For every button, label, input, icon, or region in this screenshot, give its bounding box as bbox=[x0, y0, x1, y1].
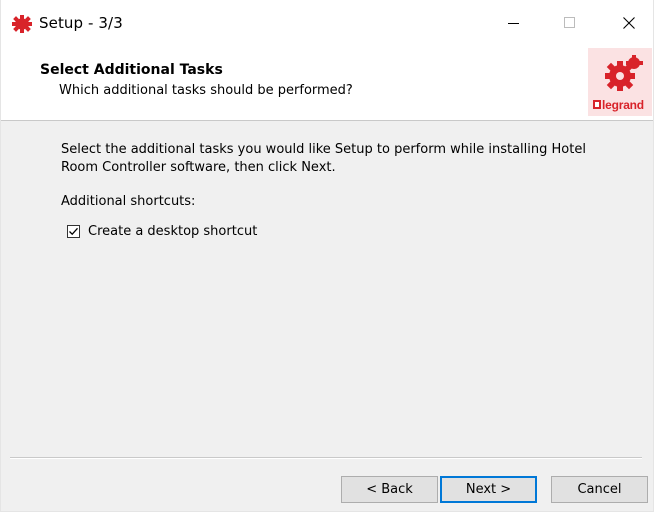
desktop-shortcut-label[interactable]: Create a desktop shortcut bbox=[88, 224, 257, 239]
maximize-icon bbox=[564, 17, 575, 28]
desktop-shortcut-checkbox[interactable] bbox=[67, 224, 80, 238]
maximize-button[interactable] bbox=[547, 0, 593, 46]
next-button[interactable]: Next > bbox=[440, 476, 537, 503]
desktop-shortcut-option[interactable]: Create a desktop shortcut bbox=[67, 222, 257, 240]
checkmark-icon bbox=[69, 227, 78, 235]
footer-divider bbox=[10, 457, 642, 459]
window-title: Setup - 3/3 bbox=[39, 14, 123, 32]
page-subtitle: Which additional tasks should be perform… bbox=[59, 83, 353, 98]
additional-shortcuts-label: Additional shortcuts: bbox=[61, 194, 196, 209]
setup-app-icon bbox=[11, 15, 33, 33]
legrand-mark bbox=[593, 100, 601, 109]
page-title: Select Additional Tasks bbox=[40, 62, 223, 78]
gear-icon bbox=[605, 55, 643, 91]
title-bar[interactable]: Setup - 3/3 bbox=[1, 0, 653, 46]
minimize-button[interactable] bbox=[491, 0, 537, 46]
setup-window: Setup - 3/3 Select Additional Tasks Whic… bbox=[0, 0, 654, 512]
close-icon bbox=[623, 17, 635, 29]
legrand-logo-text: legrand bbox=[602, 98, 644, 112]
cancel-button[interactable]: Cancel bbox=[551, 476, 648, 503]
minimize-icon bbox=[508, 23, 519, 24]
back-button[interactable]: < Back bbox=[341, 476, 438, 503]
task-description: Select the additional tasks you would li… bbox=[61, 142, 586, 175]
close-button[interactable] bbox=[606, 0, 652, 46]
wizard-header: Select Additional Tasks Which additional… bbox=[1, 46, 653, 121]
legrand-logo: legrand bbox=[588, 48, 652, 116]
